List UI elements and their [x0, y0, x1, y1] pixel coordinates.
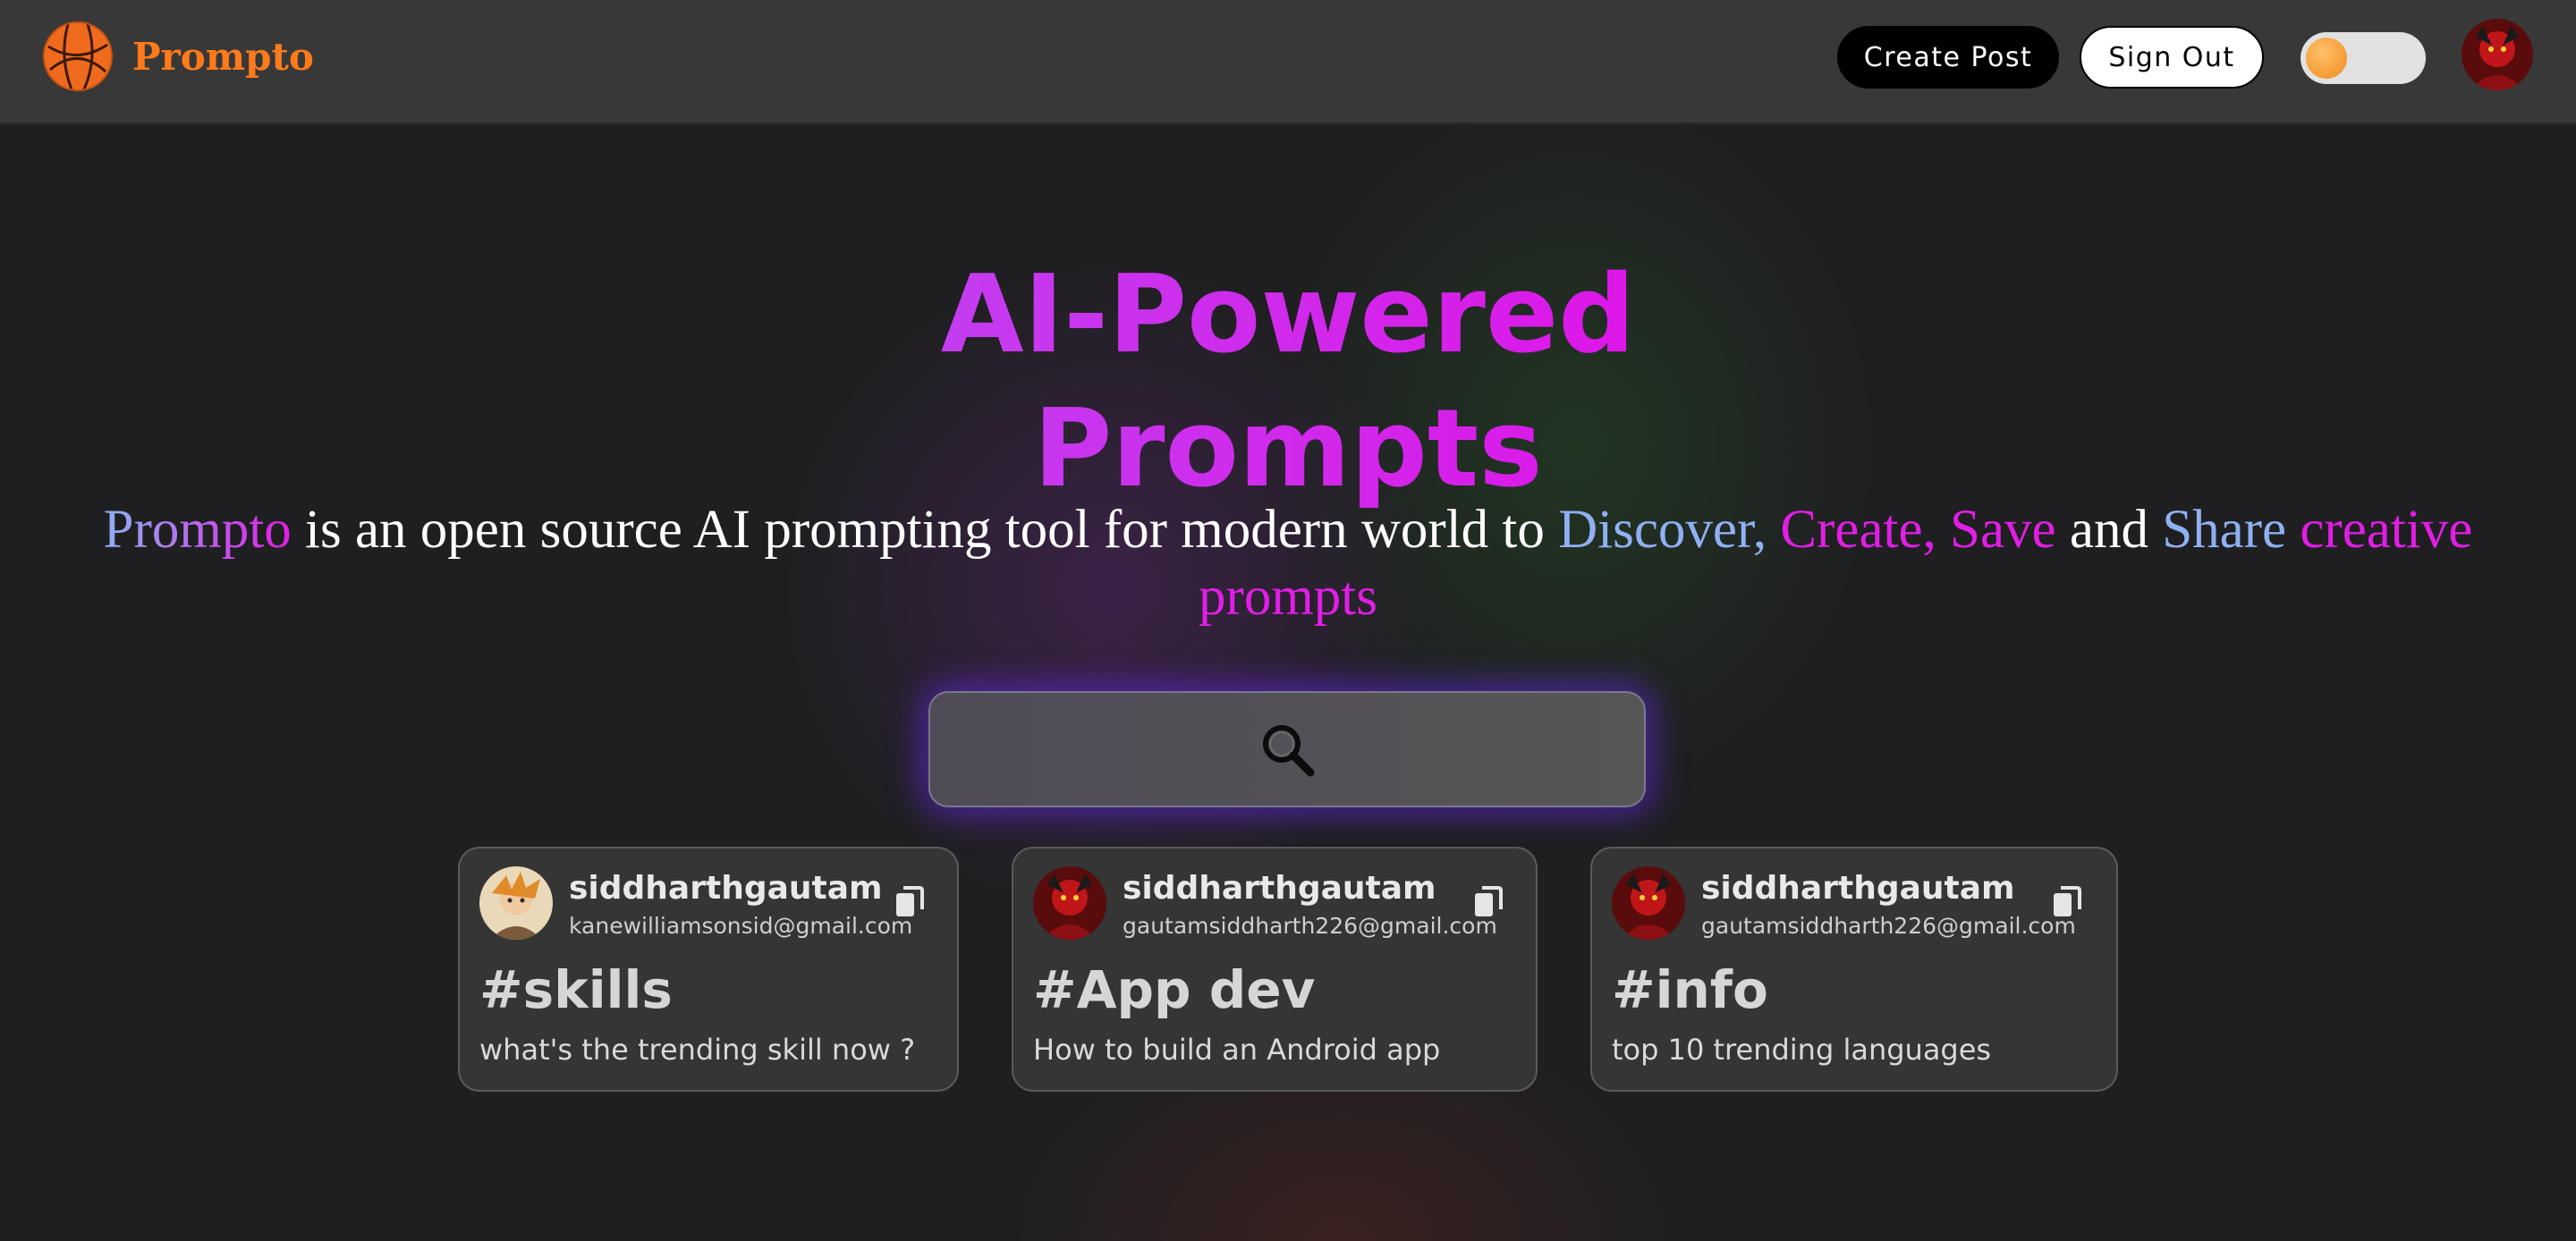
card-avatar: [1033, 866, 1106, 940]
card-tag[interactable]: #App dev: [1033, 959, 1315, 1020]
hero-description: Prompto is an open source AI prompting t…: [27, 496, 2549, 630]
card-prompt: How to build an Android app: [1033, 1033, 1441, 1067]
desc-share: Share: [2162, 500, 2287, 560]
card-prompt: top 10 trending languages: [1612, 1033, 1992, 1067]
logo-text: Prompto: [132, 34, 314, 79]
copy-icon[interactable]: [1473, 884, 1504, 920]
search-input[interactable]: [928, 691, 1646, 807]
card-email: kanewilliamsonsid@gmail.com: [569, 913, 913, 939]
user-avatar[interactable]: [2462, 19, 2533, 90]
desc-create: Create,: [1767, 500, 1936, 560]
card-prompt: what's the trending skill now ?: [479, 1033, 916, 1067]
card-tag[interactable]: #info: [1612, 959, 1768, 1020]
prompt-card[interactable]: siddharthgautam gautamsiddharth226@gmail…: [1590, 847, 2118, 1092]
globe-logo-icon: [43, 21, 113, 91]
hero-title: AI-Powered Prompts: [0, 249, 2576, 517]
create-post-button[interactable]: Create Post: [1837, 26, 2059, 89]
desc-brand: Prompto: [103, 500, 292, 560]
search-icon: [1263, 725, 1315, 777]
prompt-card[interactable]: siddharthgautam kanewilliamsonsid@gmail.…: [458, 847, 959, 1092]
prompt-card[interactable]: siddharthgautam gautamsiddharth226@gmail…: [1012, 847, 1538, 1092]
card-username: siddharthgautam: [569, 870, 883, 907]
copy-icon[interactable]: [2052, 884, 2082, 920]
desc-text: is an open source AI prompting tool for …: [291, 500, 1559, 560]
card-tag[interactable]: #skills: [479, 959, 673, 1020]
card-email: gautamsiddharth226@gmail.com: [1701, 913, 2076, 939]
desc-discover: Discover,: [1558, 500, 1767, 560]
logo[interactable]: Prompto: [41, 20, 314, 93]
desc-and: and: [2055, 500, 2163, 560]
card-username: siddharthgautam: [1701, 870, 2015, 907]
sign-out-button[interactable]: Sign Out: [2080, 26, 2264, 89]
copy-icon[interactable]: [894, 884, 925, 920]
avatar-image: [2462, 19, 2533, 90]
toggle-knob: [2306, 38, 2347, 79]
theme-toggle[interactable]: [2301, 32, 2426, 84]
card-username: siddharthgautam: [1123, 870, 1436, 907]
navbar: Prompto Create Post Sign Out: [0, 0, 2576, 124]
card-avatar: [1612, 866, 1685, 940]
card-avatar: [479, 866, 553, 940]
card-email: gautamsiddharth226@gmail.com: [1123, 913, 1497, 939]
desc-save: Save: [1936, 500, 2056, 560]
hero-title-line1: AI-Powered: [0, 249, 2576, 383]
